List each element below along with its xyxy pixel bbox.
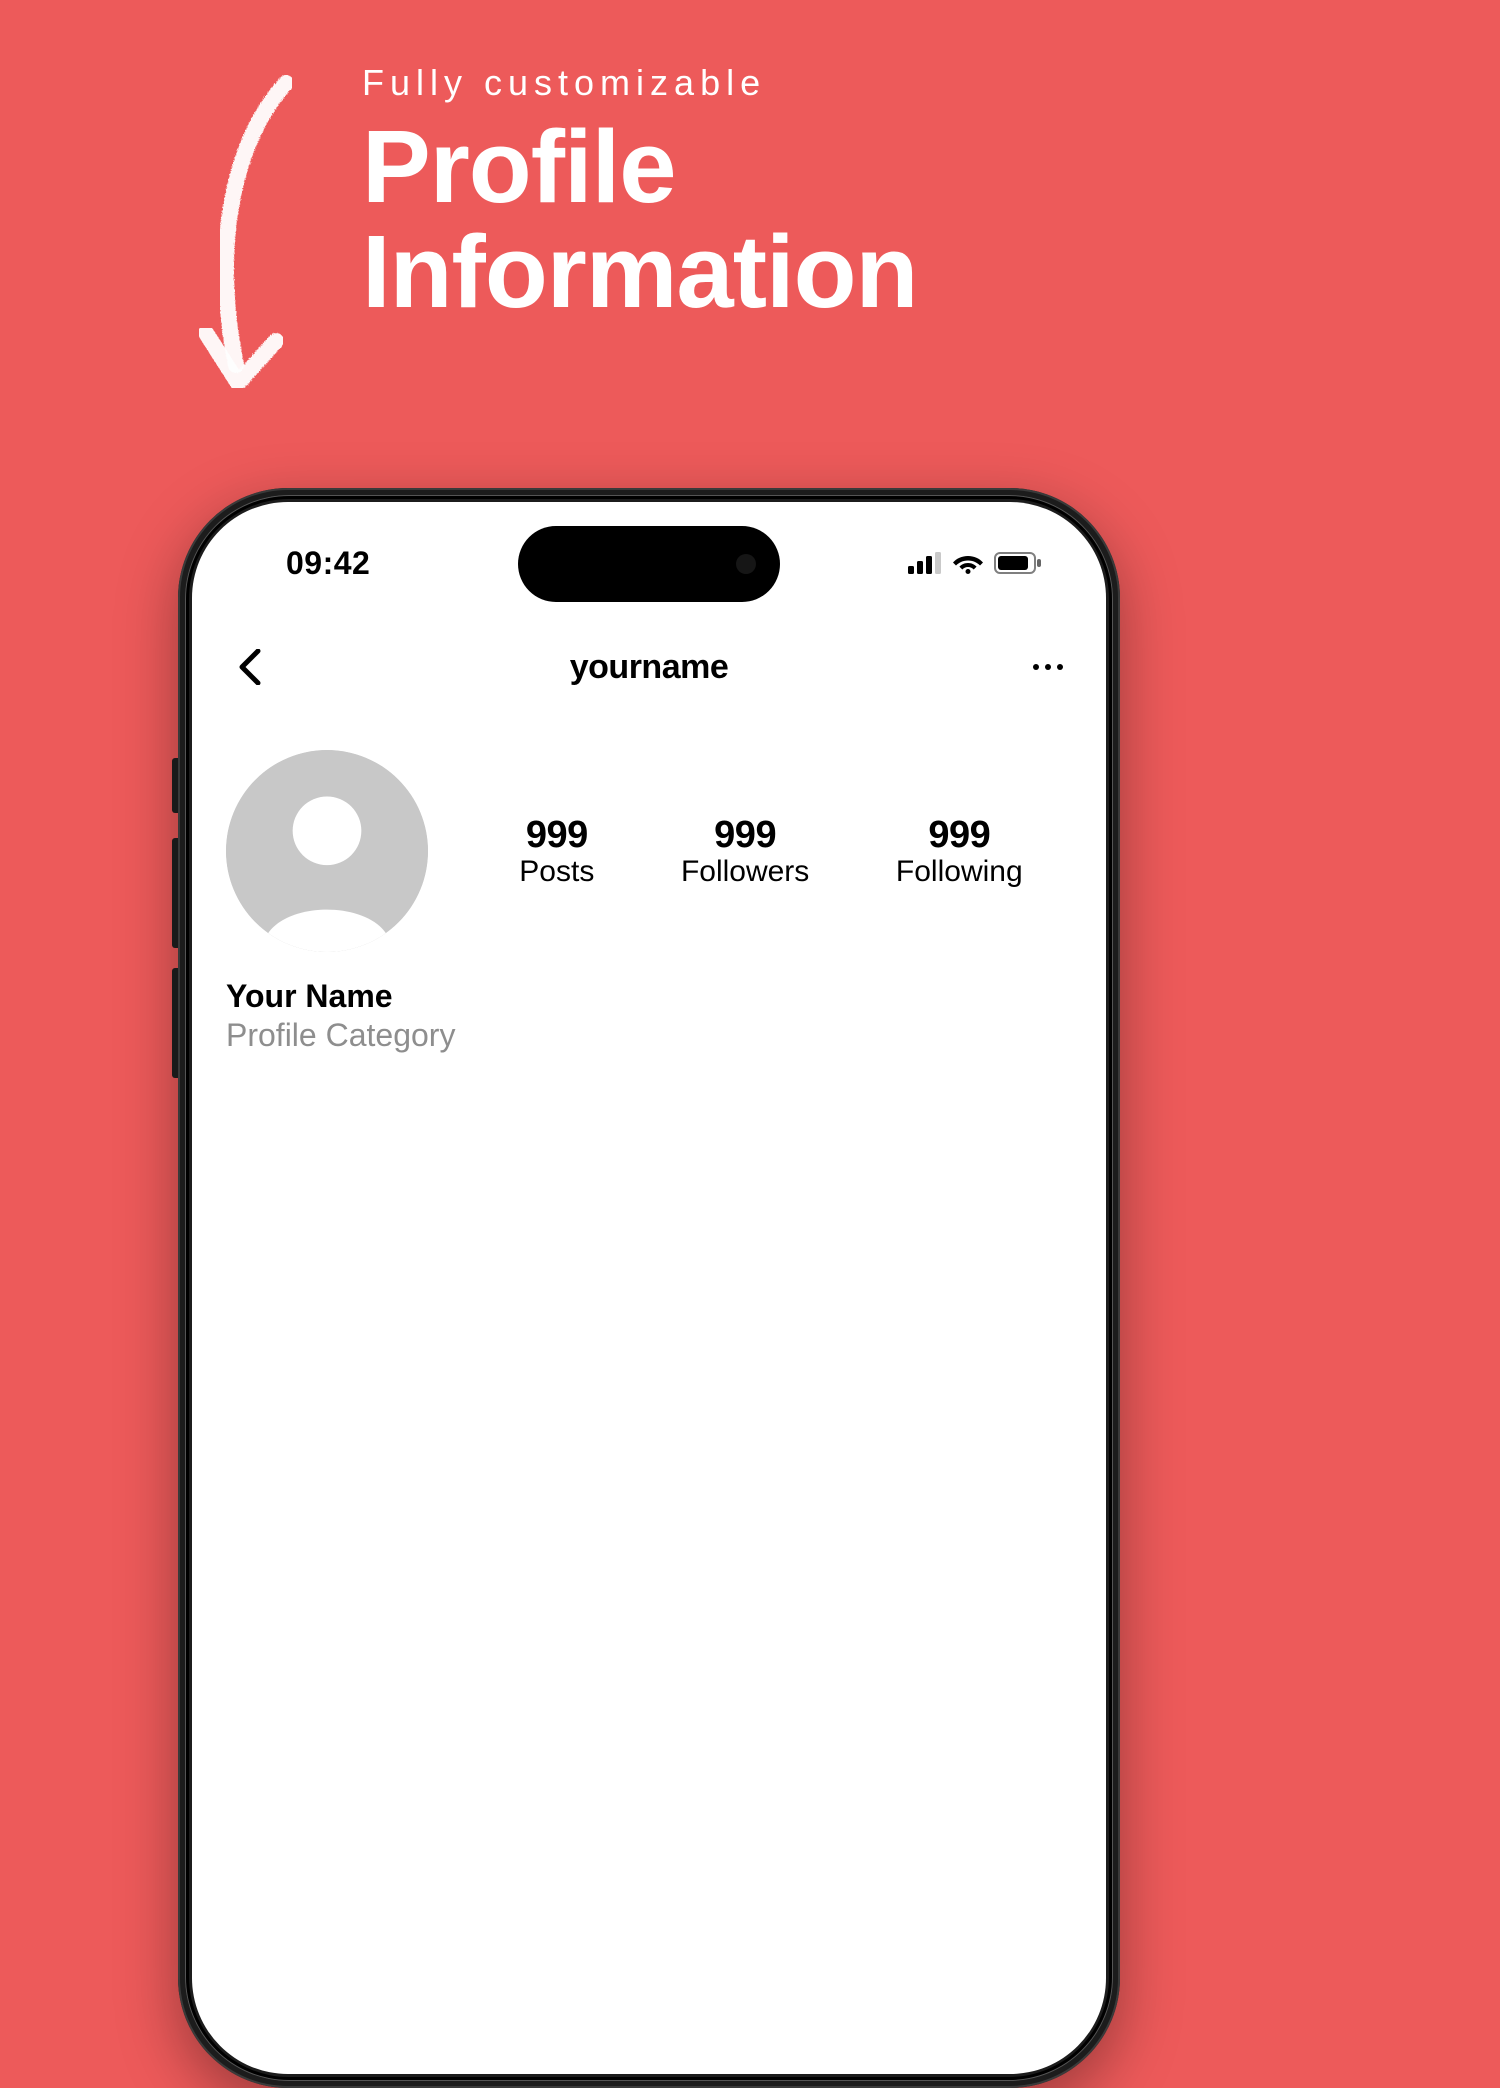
stat-following-label: Following [896,855,1023,889]
stat-posts-label: Posts [519,855,594,889]
profile-category: Profile Category [226,1017,1072,1054]
avatar-placeholder-icon [226,750,428,952]
wifi-icon [952,552,984,574]
stat-following-count: 999 [896,814,1023,857]
back-button[interactable] [226,643,274,691]
status-right-icons [908,552,1042,574]
stat-posts-count: 999 [519,814,594,857]
phone-side-button [172,968,178,1078]
profile-display-name: Your Name [226,978,1072,1015]
profile-top-row: 999 Posts 999 Followers 999 Following [226,750,1072,952]
phone-side-button [172,758,178,813]
battery-icon [994,552,1042,574]
dynamic-island [518,526,780,602]
arrow-decoration [168,75,338,440]
stat-followers[interactable]: 999 Followers [681,814,809,889]
hero-title-line1: Profile [362,109,676,224]
phone-frame: 09:42 [178,488,1120,2088]
nav-username[interactable]: yourname [570,648,729,687]
cellular-icon [908,552,942,574]
nav-bar: yourname [192,634,1106,700]
hero-text: Fully customizable Profile Information [362,62,917,324]
avatar[interactable] [226,750,428,952]
chevron-left-icon [238,649,262,685]
profile-section: 999 Posts 999 Followers 999 Following Yo… [192,750,1106,1054]
stat-posts[interactable]: 999 Posts [519,814,594,889]
hero-subtitle: Fully customizable [362,62,917,104]
more-options-button[interactable] [1024,643,1072,691]
status-time: 09:42 [256,545,370,582]
hero-title: Profile Information [362,114,917,324]
phone-screen: 09:42 [192,502,1106,2074]
profile-stats: 999 Posts 999 Followers 999 Following [458,814,1072,889]
hero-title-line2: Information [362,214,917,329]
phone-side-button [172,838,178,948]
ellipsis-icon [1032,663,1064,671]
stat-followers-label: Followers [681,855,809,889]
stat-followers-count: 999 [681,814,809,857]
profile-meta: Your Name Profile Category [226,978,1072,1054]
stat-following[interactable]: 999 Following [896,814,1023,889]
